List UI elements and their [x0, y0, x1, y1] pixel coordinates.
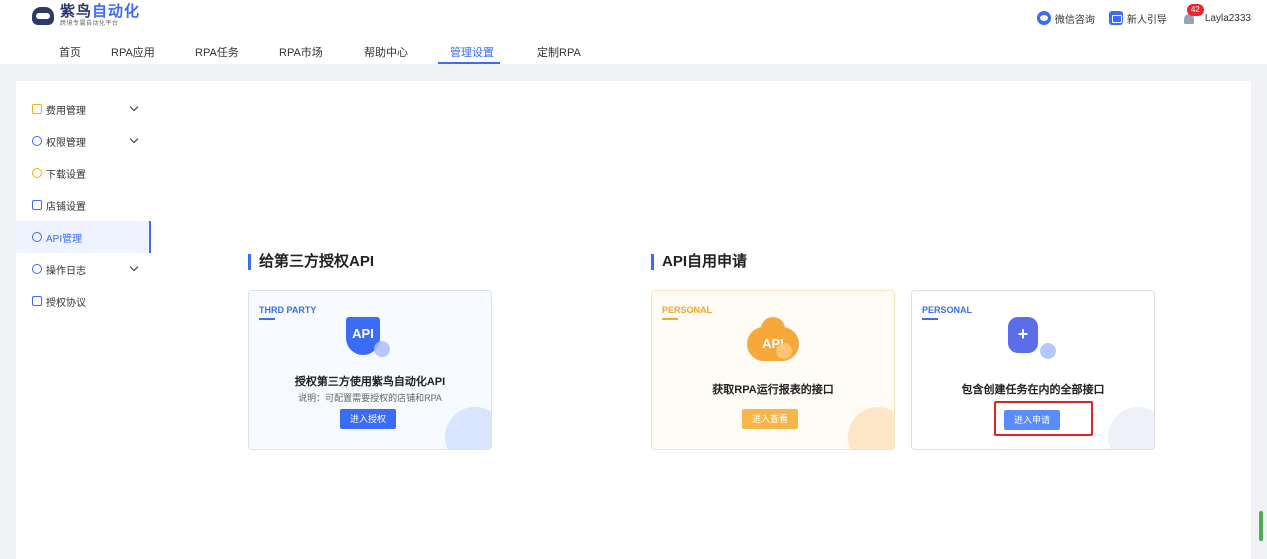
- sidebar: 费用管理 权限管理 下载设置 店铺设置 API管理 操作日志 授权协议: [16, 81, 151, 559]
- sidebar-item-api[interactable]: API管理: [16, 221, 151, 253]
- document-icon: [32, 296, 42, 306]
- guide-icon: [1108, 11, 1123, 25]
- card-title: 包含创建任务在内的全部接口: [961, 384, 1105, 396]
- sidebar-item-billing[interactable]: 费用管理: [16, 93, 151, 125]
- newbie-guide-button[interactable]: 新人引导: [1108, 11, 1167, 26]
- scroll-indicator[interactable]: [1259, 511, 1263, 541]
- nav-custom-rpa[interactable]: 定制RPA: [537, 44, 581, 60]
- card-personal-report: PERSONAL API 获取RPA运行报表的接口 进入查看: [651, 290, 895, 450]
- card-title: 获取RPA运行报表的接口: [712, 384, 834, 396]
- notification-button[interactable]: 42 Layla2333: [1181, 4, 1251, 26]
- cloud-icon: [32, 232, 42, 242]
- chevron-down-icon: [129, 134, 139, 144]
- main-nav: 首页 RPA应用 RPA任务 RPA市场 帮助中心 管理设置 定制RPA: [0, 40, 700, 64]
- section-title-self-use: API自用申请: [651, 254, 747, 270]
- nav-rpa-tasks[interactable]: RPA任务: [195, 44, 239, 60]
- download-icon: [32, 168, 42, 178]
- nav-rpa-apps[interactable]: RPA应用: [111, 44, 155, 60]
- shield-deco-icon: [445, 407, 491, 449]
- chevron-down-icon: [129, 262, 139, 272]
- wechat-icon: [1036, 11, 1051, 25]
- api-cloud-icon: API: [747, 317, 799, 361]
- sidebar-item-logs[interactable]: 操作日志: [16, 253, 151, 285]
- logo-title: 紫鸟自动化: [60, 3, 141, 20]
- nav-rpa-market[interactable]: RPA市场: [279, 44, 323, 60]
- chevron-down-icon: [129, 102, 139, 112]
- add-document-icon: +: [1008, 317, 1038, 353]
- highlight-annotation: [994, 401, 1093, 436]
- sidebar-item-permissions[interactable]: 权限管理: [16, 125, 151, 157]
- header-actions: 微信咨询 新人引导 42 Layla2333: [1023, 4, 1251, 26]
- notification-badge: 42: [1186, 4, 1204, 16]
- log-icon: [32, 264, 42, 274]
- section-title-third-party: 给第三方授权API: [248, 254, 374, 270]
- sidebar-item-agreement[interactable]: 授权协议: [16, 285, 151, 317]
- card-third-party: THRD PARTY API 授权第三方使用紫鸟自动化API 说明：可配置需要授…: [248, 290, 492, 450]
- nav-home[interactable]: 首页: [59, 44, 81, 60]
- sidebar-item-shop[interactable]: 店铺设置: [16, 189, 151, 221]
- card-description: 说明：可配置需要授权的店铺和RPA: [298, 393, 442, 403]
- lock-deco-icon: [1108, 407, 1154, 449]
- billing-icon: [32, 104, 42, 114]
- logo-subtitle: 跨境专属自动化平台: [60, 21, 119, 27]
- check-bubble-icon: [374, 341, 390, 357]
- deco-icon: [848, 407, 894, 449]
- arrow-bubble-icon: [776, 343, 792, 359]
- shield-icon: [32, 136, 42, 146]
- nav-active-indicator: [438, 62, 500, 64]
- card-tag: THRD PARTY: [259, 305, 317, 315]
- card-title: 授权第三方使用紫鸟自动化API: [294, 376, 446, 388]
- authorize-button[interactable]: 进入授权: [340, 409, 397, 429]
- shop-icon: [32, 200, 42, 210]
- username: Layla2333: [1204, 12, 1251, 24]
- logo[interactable]: 紫鸟自动化 跨境专属自动化平台: [32, 4, 140, 27]
- logo-icon: [32, 6, 54, 25]
- top-header: 紫鸟自动化 跨境专属自动化平台 首页 RPA应用 RPA任务 RPA市场 帮助中…: [0, 0, 1267, 64]
- wechat-consult-button[interactable]: 微信咨询: [1036, 11, 1095, 26]
- card-tag: PERSONAL: [922, 305, 973, 315]
- sidebar-item-download[interactable]: 下载设置: [16, 157, 151, 189]
- card-tag: PERSONAL: [662, 305, 713, 315]
- nav-help-center[interactable]: 帮助中心: [364, 44, 408, 60]
- bubble-icon: [1040, 343, 1056, 359]
- view-report-button[interactable]: 进入查看: [742, 409, 799, 429]
- nav-settings[interactable]: 管理设置: [450, 44, 494, 60]
